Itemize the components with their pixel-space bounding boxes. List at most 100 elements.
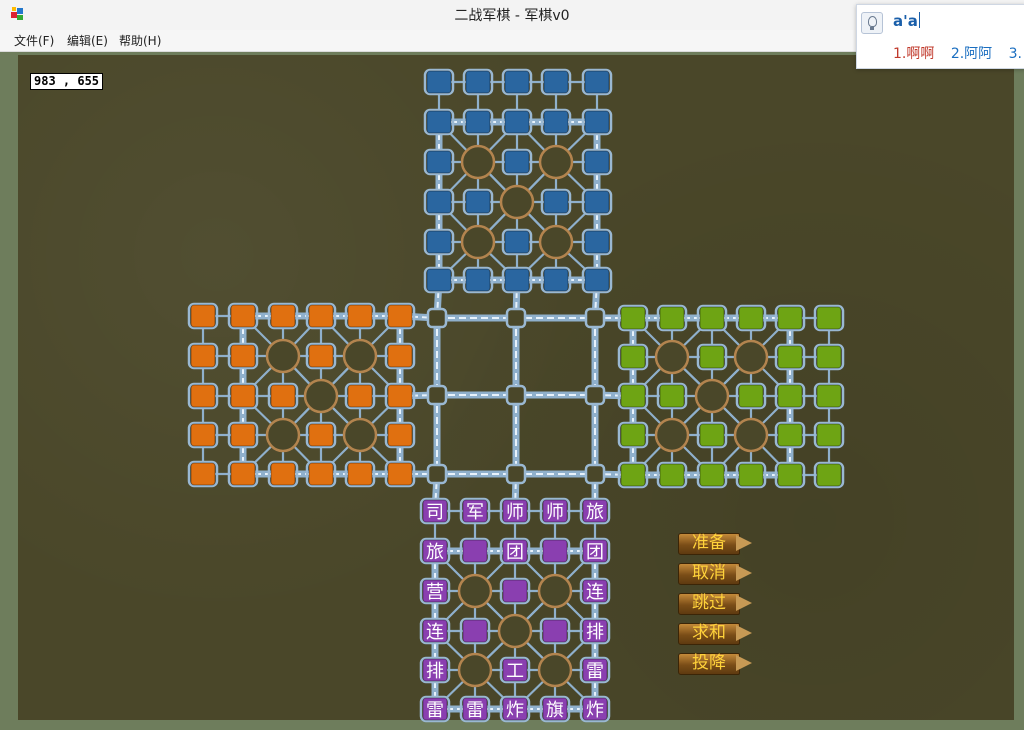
west-piece[interactable] bbox=[347, 384, 373, 408]
east-piece[interactable] bbox=[620, 463, 646, 487]
east-piece[interactable] bbox=[777, 384, 803, 408]
railway-station[interactable] bbox=[584, 307, 606, 329]
west-piece[interactable] bbox=[347, 304, 373, 328]
west-piece[interactable] bbox=[230, 384, 256, 408]
west-camp[interactable] bbox=[265, 338, 301, 374]
east-piece[interactable] bbox=[620, 384, 646, 408]
south-camp[interactable] bbox=[497, 613, 533, 649]
east-piece[interactable] bbox=[777, 345, 803, 369]
south-piece[interactable] bbox=[542, 539, 568, 563]
south-piece[interactable] bbox=[542, 619, 568, 643]
west-piece[interactable] bbox=[190, 423, 216, 447]
east-piece[interactable] bbox=[659, 306, 685, 330]
cancel-button[interactable]: 取消 bbox=[678, 561, 754, 585]
west-piece[interactable] bbox=[230, 423, 256, 447]
west-camp[interactable] bbox=[342, 417, 378, 453]
north-piece[interactable] bbox=[465, 110, 491, 134]
north-piece[interactable] bbox=[504, 150, 530, 174]
east-piece[interactable] bbox=[620, 306, 646, 330]
west-piece[interactable] bbox=[270, 384, 296, 408]
east-piece[interactable] bbox=[620, 423, 646, 447]
north-piece[interactable] bbox=[584, 268, 610, 292]
north-piece[interactable] bbox=[465, 190, 491, 214]
ime-candidate-3[interactable]: 3. bbox=[1009, 46, 1022, 62]
east-piece[interactable] bbox=[816, 463, 842, 487]
east-piece[interactable] bbox=[738, 306, 764, 330]
east-piece[interactable] bbox=[659, 384, 685, 408]
north-piece[interactable] bbox=[504, 70, 530, 94]
east-piece[interactable] bbox=[699, 463, 725, 487]
west-piece[interactable] bbox=[190, 384, 216, 408]
east-piece[interactable] bbox=[816, 423, 842, 447]
north-piece[interactable] bbox=[584, 190, 610, 214]
west-piece[interactable] bbox=[387, 384, 413, 408]
north-piece[interactable] bbox=[584, 150, 610, 174]
north-piece[interactable] bbox=[584, 230, 610, 254]
north-piece[interactable] bbox=[543, 110, 569, 134]
east-camp[interactable] bbox=[733, 339, 769, 375]
north-piece[interactable] bbox=[426, 268, 452, 292]
west-piece[interactable] bbox=[387, 423, 413, 447]
east-piece[interactable] bbox=[699, 423, 725, 447]
east-camp[interactable] bbox=[654, 339, 690, 375]
west-piece[interactable] bbox=[190, 304, 216, 328]
north-piece[interactable] bbox=[465, 268, 491, 292]
skip-button[interactable]: 跳过 bbox=[678, 591, 754, 615]
west-piece[interactable] bbox=[387, 462, 413, 486]
south-camp[interactable] bbox=[457, 573, 493, 609]
north-piece[interactable] bbox=[543, 190, 569, 214]
west-piece[interactable] bbox=[387, 344, 413, 368]
north-camp[interactable] bbox=[538, 224, 574, 260]
west-piece[interactable] bbox=[308, 462, 334, 486]
east-camp[interactable] bbox=[654, 417, 690, 453]
south-camp[interactable] bbox=[537, 573, 573, 609]
east-piece[interactable] bbox=[620, 345, 646, 369]
railway-station[interactable] bbox=[426, 307, 448, 329]
north-piece[interactable] bbox=[504, 230, 530, 254]
north-camp[interactable] bbox=[499, 184, 535, 220]
east-piece[interactable] bbox=[777, 463, 803, 487]
south-piece[interactable] bbox=[462, 539, 488, 563]
north-piece[interactable] bbox=[426, 150, 452, 174]
north-camp[interactable] bbox=[460, 224, 496, 260]
east-camp[interactable] bbox=[694, 378, 730, 414]
west-piece[interactable] bbox=[230, 462, 256, 486]
ime-candidate-1[interactable]: 1.啊啊 bbox=[893, 46, 934, 62]
west-piece[interactable] bbox=[190, 344, 216, 368]
west-piece[interactable] bbox=[308, 423, 334, 447]
north-piece[interactable] bbox=[426, 110, 452, 134]
west-piece[interactable] bbox=[347, 462, 373, 486]
north-piece[interactable] bbox=[504, 268, 530, 292]
railway-station[interactable] bbox=[584, 463, 606, 485]
ime-candidate-2[interactable]: 2.阿阿 bbox=[951, 46, 992, 62]
north-piece[interactable] bbox=[584, 70, 610, 94]
east-camp[interactable] bbox=[733, 417, 769, 453]
west-piece[interactable] bbox=[190, 462, 216, 486]
west-piece[interactable] bbox=[387, 304, 413, 328]
west-piece[interactable] bbox=[308, 344, 334, 368]
west-piece[interactable] bbox=[230, 304, 256, 328]
east-piece[interactable] bbox=[816, 306, 842, 330]
railway-station[interactable] bbox=[505, 307, 527, 329]
north-piece[interactable] bbox=[543, 268, 569, 292]
lightbulb-icon[interactable] bbox=[861, 12, 883, 34]
north-camp[interactable] bbox=[460, 144, 496, 180]
east-piece[interactable] bbox=[699, 345, 725, 369]
west-piece[interactable] bbox=[270, 304, 296, 328]
north-piece[interactable] bbox=[426, 70, 452, 94]
north-piece[interactable] bbox=[504, 110, 530, 134]
east-piece[interactable] bbox=[816, 384, 842, 408]
railway-station[interactable] bbox=[584, 384, 606, 406]
north-piece[interactable] bbox=[584, 110, 610, 134]
south-camp[interactable] bbox=[457, 652, 493, 688]
west-piece[interactable] bbox=[308, 304, 334, 328]
railway-station[interactable] bbox=[505, 384, 527, 406]
east-piece[interactable] bbox=[777, 306, 803, 330]
north-piece[interactable] bbox=[465, 70, 491, 94]
east-piece[interactable] bbox=[699, 306, 725, 330]
west-camp[interactable] bbox=[303, 378, 339, 414]
west-piece[interactable] bbox=[230, 344, 256, 368]
railway-station[interactable] bbox=[426, 463, 448, 485]
north-piece[interactable] bbox=[543, 70, 569, 94]
west-piece[interactable] bbox=[270, 462, 296, 486]
